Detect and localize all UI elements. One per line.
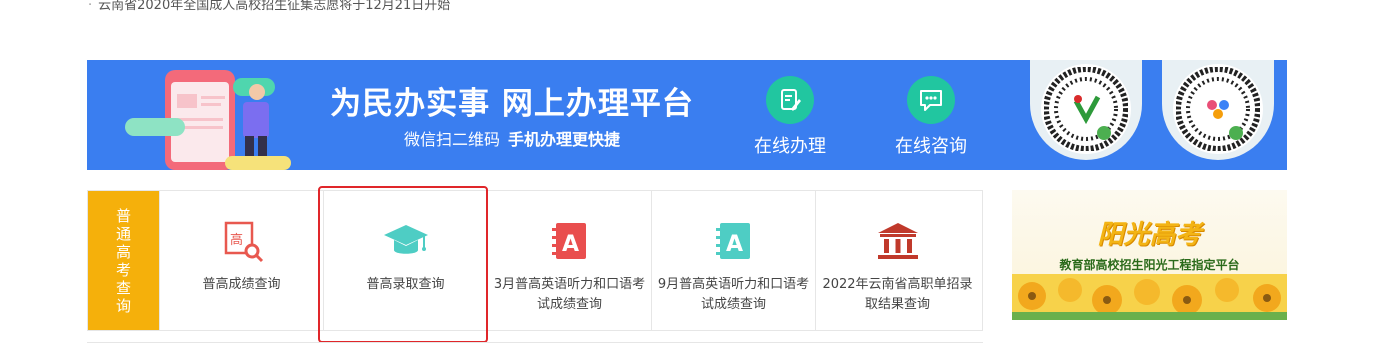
score-query-link[interactable]: 高 普高成绩查询	[159, 191, 323, 330]
online-handle-label: 在线办理	[754, 136, 826, 157]
svg-text:A: A	[726, 232, 743, 257]
march-english-score-link[interactable]: A 3月普高英语听力和口语考试成绩查询	[487, 191, 651, 330]
online-consult-button[interactable]: 在线咨询	[871, 76, 991, 158]
institution-building-icon	[877, 223, 918, 259]
september-english-score-label: 9月普高英语听力和口语考试成绩查询	[657, 277, 810, 312]
qr-code-1	[1041, 64, 1131, 154]
regular-exam-query-panel: 普 通 高 考 查 询 高 普高成绩查询 普高录取查询 A 3月普高英语听力和口…	[87, 190, 983, 331]
vocational-admission-result-label: 2022年云南省高职单招录取结果查询	[822, 277, 973, 312]
sunshine-gaokao-ad[interactable]: 阳光高考 教育部高校招生阳光工程指定平台	[1012, 190, 1287, 320]
banner-sub-prefix: 微信扫二维码	[403, 130, 500, 149]
category-label: 普 通 高 考 查 询	[88, 191, 159, 330]
ad-title: 阳光高考	[1097, 220, 1202, 250]
vocational-admission-result-link[interactable]: 2022年云南省高职单招录取结果查询	[815, 191, 979, 330]
next-panel-edge	[87, 342, 983, 353]
bullet-dot: ·	[88, 0, 93, 13]
online-consult-label: 在线咨询	[895, 136, 967, 157]
svg-text:A: A	[562, 232, 579, 257]
banner-sub-emphasis: 手机办理更快捷	[508, 130, 621, 149]
march-english-score-label: 3月普高英语听力和口语考试成绩查询	[493, 277, 646, 312]
qr-code-2	[1173, 64, 1263, 154]
selection-highlight-box	[318, 186, 488, 343]
score-query-label: 普高成绩查询	[202, 277, 281, 292]
category-char: 高	[115, 242, 131, 261]
chat-bubble-icon	[907, 76, 955, 124]
banner-slogan: 为民办实事 网上办理平台	[330, 86, 694, 122]
september-english-score-link[interactable]: A 9月普高英语听力和口语考试成绩查询	[651, 191, 815, 330]
category-char: 查	[115, 278, 131, 297]
online-service-banner: 为民办实事 网上办理平台 微信扫二维码 手机办理更快捷 在线办理 在线咨询	[87, 60, 1287, 170]
notice-line[interactable]: · 云南省2020年全国成人高校招生征集志愿将于12月21日开始	[88, 0, 450, 13]
category-char: 普	[115, 206, 131, 225]
online-handle-button[interactable]: 在线办理	[730, 76, 850, 158]
notice-text[interactable]: 云南省2020年全国成人高校招生征集志愿将于12月21日开始	[98, 0, 450, 13]
english-test-a-icon: A	[715, 223, 750, 259]
score-search-icon: 高	[224, 221, 263, 263]
svg-text:高: 高	[230, 232, 243, 248]
banner-subtitle: 微信扫二维码 手机办理更快捷	[312, 126, 712, 150]
wechat-qr-tab-1	[1030, 60, 1142, 160]
category-char: 询	[115, 296, 131, 315]
wechat-qr-tab-2	[1162, 60, 1274, 160]
category-char: 通	[115, 224, 131, 243]
english-test-a-icon: A	[551, 223, 586, 259]
phone-illustration	[125, 70, 291, 170]
edit-document-icon	[766, 76, 814, 124]
category-char: 考	[115, 260, 131, 279]
ad-tagline: 教育部高校招生阳光工程指定平台	[1059, 258, 1240, 272]
sunflower-decoration	[1012, 274, 1287, 320]
